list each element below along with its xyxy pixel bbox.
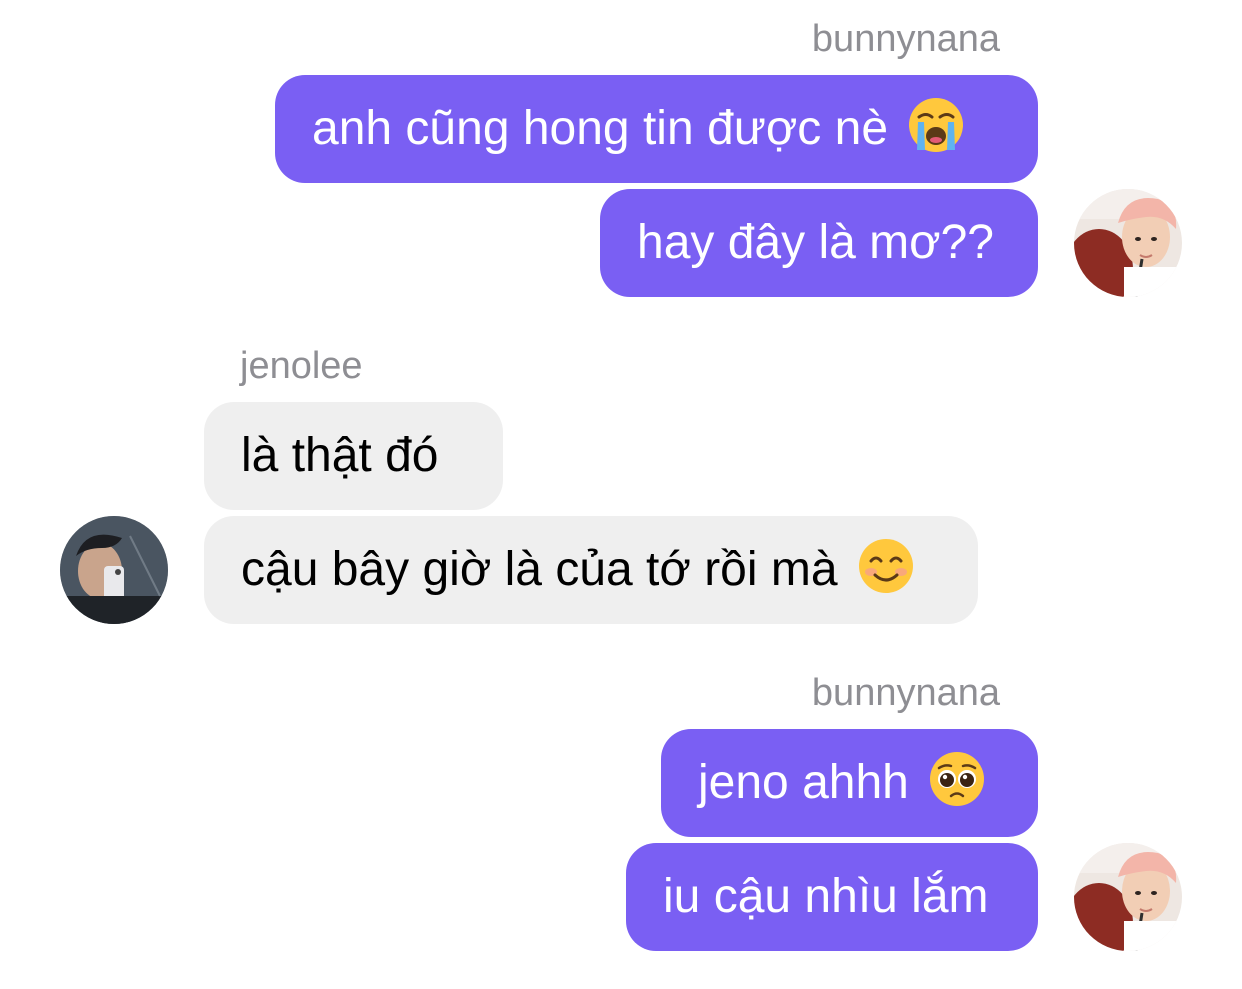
message-text: hay đây là mơ??: [637, 216, 994, 269]
sender-label: bunnynana: [811, 672, 1000, 714]
message-text: anh cũng hong tin được nè: [312, 102, 889, 155]
message-text: là thật đó: [241, 429, 439, 482]
message-text: jeno ahhh: [698, 756, 909, 809]
message-text: cậu bây giờ là của tớ rồi mà: [241, 543, 838, 596]
message-bubble[interactable]: iu cậu nhìu lắm: [626, 843, 1038, 951]
message-bubble[interactable]: anh cũng hong tin được nè: [275, 75, 1038, 183]
message-bubble[interactable]: cậu bây giờ là của tớ rồi mà: [204, 516, 978, 624]
sender-label: bunnynana: [811, 18, 1000, 60]
avatar-jenolee[interactable]: [60, 516, 168, 624]
avatar-bunnynana[interactable]: [1074, 843, 1182, 951]
message-bubble[interactable]: hay đây là mơ??: [600, 189, 1038, 297]
smiling-face-icon: [857, 526, 915, 593]
message-text: iu cậu nhìu lắm: [663, 870, 989, 923]
loudly-crying-face-icon: [907, 85, 965, 152]
message-bubble[interactable]: là thật đó: [204, 402, 503, 510]
sender-label: jenolee: [240, 345, 363, 387]
pleading-face-icon: [928, 739, 986, 806]
avatar-bunnynana[interactable]: [1074, 189, 1182, 297]
message-bubble[interactable]: jeno ahhh: [661, 729, 1038, 837]
